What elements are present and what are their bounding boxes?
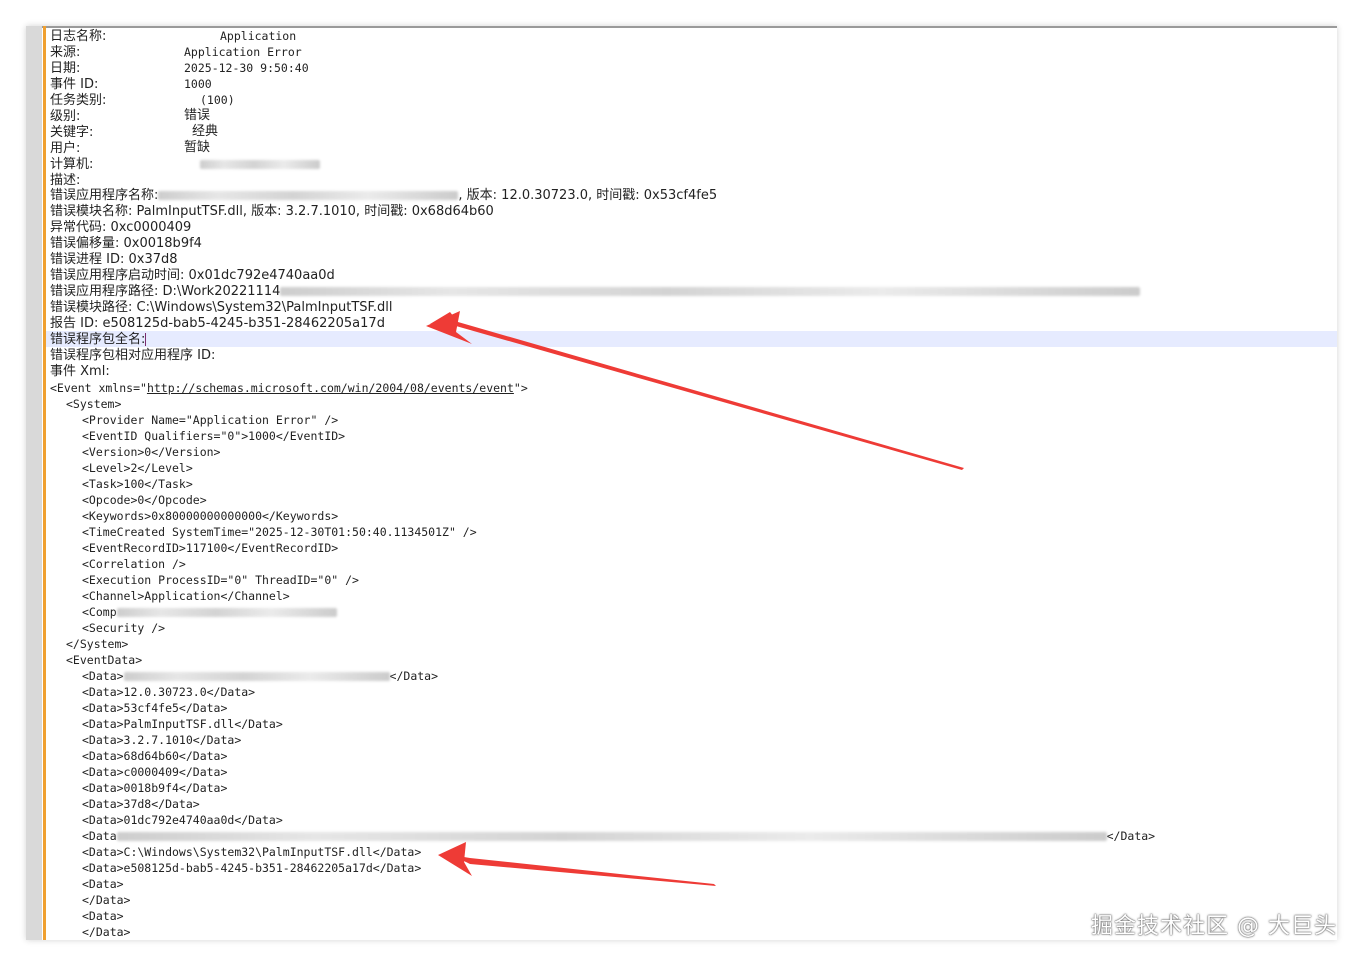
xml-line: <Data>53cf4fe5</Data> xyxy=(82,701,228,715)
xml-line: <Provider Name="Application Error" /> xyxy=(82,413,339,427)
editor-window: 日志名称: Application 来源: Application Error 日期… xyxy=(26,26,1337,940)
xml-line: <Data>e508125d-bab5-4245-b351-28462205a1… xyxy=(82,861,422,875)
field-event-id: 事件 ID: 1000 xyxy=(50,77,212,92)
xml-security: <Security /> xyxy=(82,621,166,635)
xml-line: <EventID Qualifiers="0">1000</EventID> xyxy=(82,429,346,443)
xml-line: <Data>68d64b60</Data> xyxy=(82,749,228,763)
redacted-data-1 xyxy=(123,672,390,681)
desc-package-full-name: 错误程序包全名: xyxy=(50,332,147,347)
field-user: 用户: 暂缺 xyxy=(50,140,211,156)
xml-line: <Data>c0000409</Data> xyxy=(82,765,228,779)
xml-data-lines: <Data>12.0.30723.0</Data> <Data>53cf4fe5<… xyxy=(50,684,1337,828)
xml-line: </Data> xyxy=(82,893,131,907)
text-content[interactable]: 日志名称: Application 来源: Application Error 日期… xyxy=(50,28,1337,940)
redacted-app-name xyxy=(158,191,459,200)
field-computer: 计算机: xyxy=(50,156,1337,172)
xml-line: <Opcode>0</Opcode> xyxy=(82,493,207,507)
field-date: 日期: 2025-12-30 9:50:40 xyxy=(50,61,309,76)
desc-fault-offset: 错误偏移量: 0x0018b9f4 xyxy=(50,236,202,251)
xml-eventdata-open: <EventData> xyxy=(66,653,143,667)
desc-exception-code: 异常代码: 0xc0000409 xyxy=(50,220,192,235)
desc-module-name: 错误模块名称: PalmInputTSF.dll, 版本: 3.2.7.1010… xyxy=(50,204,494,219)
xml-line: <Data>C:\Windows\System32\PalmInputTSF.d… xyxy=(82,845,422,859)
xml-line: <Data>3.2.7.1010</Data> xyxy=(82,733,242,747)
desc-start-time: 错误应用程序启动时间: 0x01dc792e4740aa0d xyxy=(50,268,335,283)
xml-computer: <Comp xyxy=(50,604,1337,620)
xml-system-lines: <Provider Name="Application Error" /> <Ev… xyxy=(50,412,1337,604)
xml-line: <Level>2</Level> xyxy=(82,461,193,475)
field-log-name: 日志名称: Application xyxy=(50,29,297,44)
desc-report-id: 报告 ID: e508125d-bab5-4245-b351-28462205a… xyxy=(50,316,385,331)
xml-line: <Data>0018b9f4</Data> xyxy=(82,781,228,795)
field-source: 来源: Application Error xyxy=(50,45,302,60)
desc-module-path: 错误模块路径: C:\Windows\System32\PalmInputTSF… xyxy=(50,300,393,315)
desc-package-app-id: 错误程序包相对应用程序 ID: xyxy=(50,348,216,363)
xml-system-open: <System> xyxy=(66,397,122,411)
redacted-computer-xml xyxy=(116,608,337,617)
redacted-computer-name xyxy=(200,160,320,169)
xml-line: <Data>12.0.30723.0</Data> xyxy=(82,685,256,699)
text-caret xyxy=(145,333,147,346)
desc-app-path: 错误应用程序路径: D:\Work20221114 xyxy=(50,284,1337,300)
xml-line: <Execution ProcessID="0" ThreadID="0" /> xyxy=(82,573,359,587)
xml-line: <Task>100</Task> xyxy=(82,477,193,491)
xml-data-redacted-1: <Data> </Data> xyxy=(82,669,439,683)
field-task-category: 任务类别: (100) xyxy=(50,93,235,108)
xml-line: <TimeCreated SystemTime="2025-12-30T01:5… xyxy=(82,525,477,539)
field-description: 描述: xyxy=(50,173,81,188)
xml-line: <Data>37d8</Data> xyxy=(82,797,200,811)
event-xml-label: 事件 Xml: xyxy=(50,364,110,379)
xml-data-redacted-2: <Data </Data> xyxy=(82,829,1156,843)
redacted-data-2 xyxy=(116,832,1107,841)
xml-line: <Keywords>0x80000000000000</Keywords> xyxy=(82,509,339,523)
xml-line: <Correlation /> xyxy=(82,557,186,571)
xml-event-open: <Event xmlns="http://schemas.microsoft.c… xyxy=(50,381,528,395)
event-namespace-link[interactable]: http://schemas.microsoft.com/win/2004/08… xyxy=(147,381,514,395)
xml-line: <EventRecordID>117100</EventRecordID> xyxy=(82,541,339,555)
margin-line xyxy=(43,26,46,940)
xml-line: <Version>0</Version> xyxy=(82,445,221,459)
field-level: 级别: 错误 xyxy=(50,108,211,124)
line-gutter xyxy=(26,26,42,940)
xml-line: <Data>PalmInputTSF.dll</Data> xyxy=(82,717,283,731)
xml-line: <Data>01dc792e4740aa0d</Data> xyxy=(82,813,283,827)
watermark: 掘金技术社区 @ 大巨头 xyxy=(1091,914,1337,939)
desc-process-id: 错误进程 ID: 0x37d8 xyxy=(50,252,178,267)
xml-line: <Channel>Application</Channel> xyxy=(82,589,290,603)
xml-system-close: </System> xyxy=(66,637,129,651)
desc-app-name: 错误应用程序名称:, 版本: 12.0.30723.0, 时间戳: 0x53cf… xyxy=(50,188,718,203)
field-keywords: 关键字: 经典 xyxy=(50,124,219,140)
redacted-app-path xyxy=(280,287,1141,296)
xml-line: <Data> xyxy=(82,877,124,891)
